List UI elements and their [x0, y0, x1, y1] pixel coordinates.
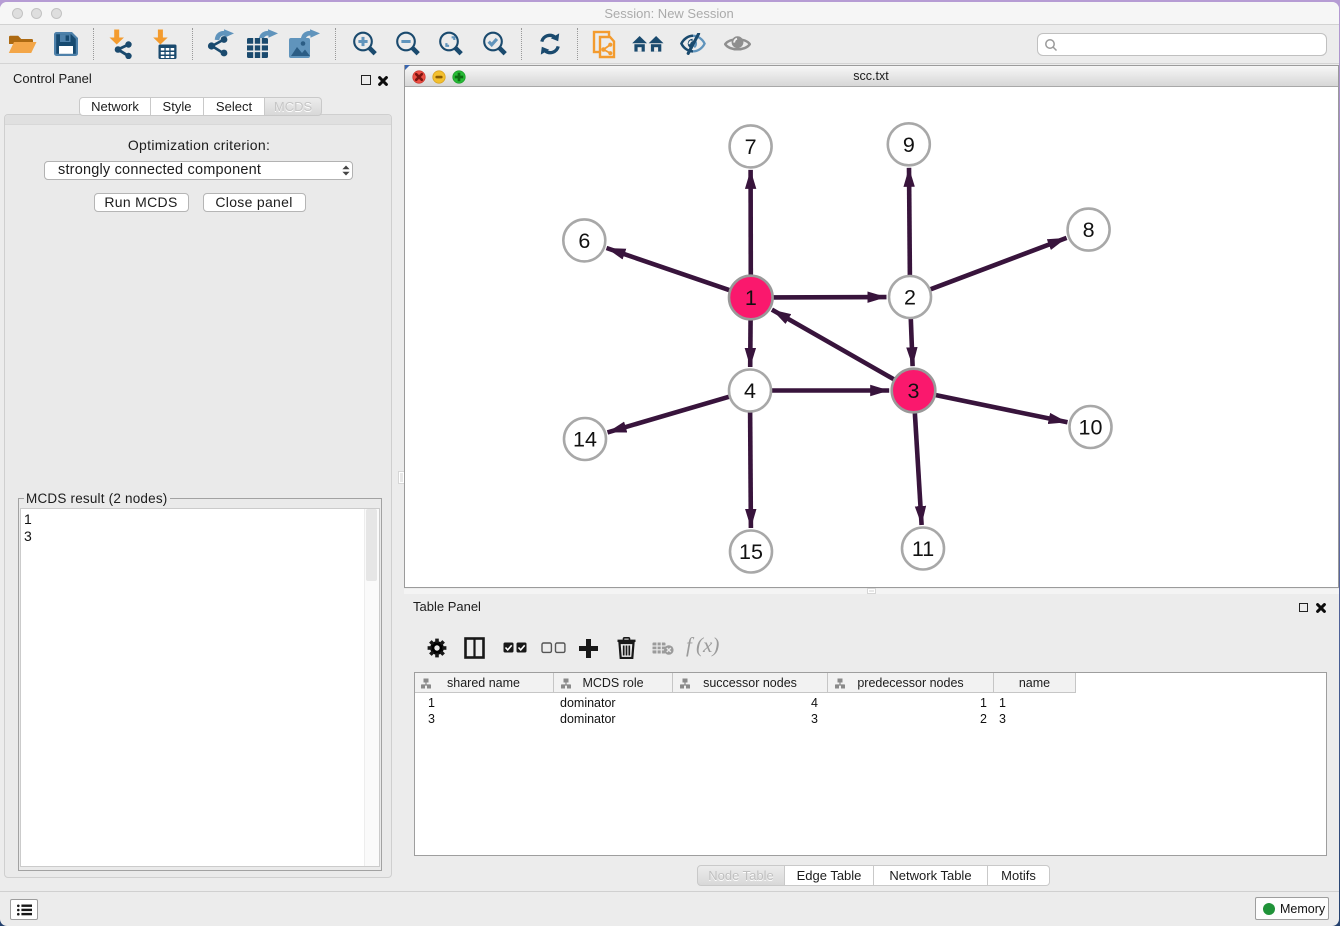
svg-text:15: 15	[739, 540, 763, 564]
svg-text:11: 11	[912, 537, 934, 561]
svg-text:6: 6	[578, 229, 590, 253]
svg-text:4: 4	[744, 379, 756, 403]
svg-text:2: 2	[904, 286, 916, 310]
svg-text:3: 3	[908, 379, 920, 403]
svg-text:8: 8	[1083, 218, 1095, 242]
svg-text:9: 9	[903, 133, 915, 157]
svg-text:1: 1	[745, 286, 757, 310]
svg-text:7: 7	[745, 135, 757, 159]
svg-text:10: 10	[1079, 416, 1103, 440]
svg-text:14: 14	[573, 428, 597, 452]
